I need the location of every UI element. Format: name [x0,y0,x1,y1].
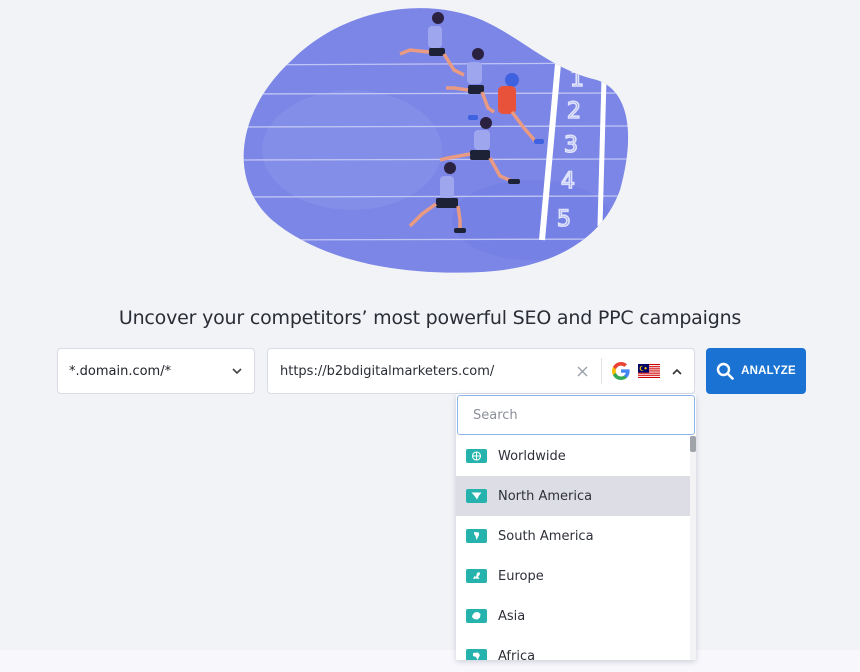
region-item-africa[interactable]: Africa [456,636,690,660]
south-america-icon [466,529,487,543]
dropdown-scrollbar[interactable] [690,436,696,660]
africa-icon [466,649,487,660]
svg-text:5: 5 [557,207,571,232]
region-label: Worldwide [498,448,566,464]
hero-illustration: 1 2 3 4 5 [232,0,632,280]
region-label: South America [498,528,594,544]
asia-icon [466,609,487,623]
domain-mode-select[interactable]: *.domain.com/* [57,348,255,394]
region-label: North America [498,488,593,504]
page-headline: Uncover your competitors’ most powerful … [118,307,742,329]
google-icon [612,362,630,380]
region-list: Worldwide North America South America Eu… [456,436,690,660]
region-search-input[interactable] [457,395,695,435]
search-icon [716,362,734,380]
svg-text:1: 1 [570,67,584,92]
north-america-icon [466,489,487,503]
region-item-south-america[interactable]: South America [456,516,690,556]
runners-illustration: 1 2 3 4 5 [243,8,629,273]
region-item-north-america[interactable]: North America [456,476,690,516]
close-icon[interactable] [567,362,597,381]
chevron-down-icon [232,365,242,378]
svg-text:4: 4 [561,169,575,194]
region-label: Asia [498,608,526,624]
page-footer-band [0,650,860,672]
europe-icon [466,569,487,583]
svg-text:3: 3 [564,133,578,158]
svg-text:2: 2 [567,99,581,124]
region-item-asia[interactable]: Asia [456,596,690,636]
region-item-europe[interactable]: Europe [456,556,690,596]
domain-mode-value: *.domain.com/* [69,363,172,379]
search-engine-country-toggle[interactable] [612,362,694,380]
analyze-button-label: ANALYZE [741,365,796,377]
malaysia-flag-icon [638,363,660,379]
region-label: Europe [498,568,544,584]
region-item-worldwide[interactable]: Worldwide [456,436,690,476]
url-input-group [267,348,695,394]
scrollbar-thumb[interactable] [690,436,696,452]
divider [601,358,602,384]
region-dropdown: Worldwide North America South America Eu… [456,394,696,660]
region-label: Africa [498,648,536,661]
url-input[interactable] [268,349,567,393]
analyze-button[interactable]: ANALYZE [706,348,806,394]
globe-icon [466,449,487,463]
chevron-up-icon [672,365,682,378]
